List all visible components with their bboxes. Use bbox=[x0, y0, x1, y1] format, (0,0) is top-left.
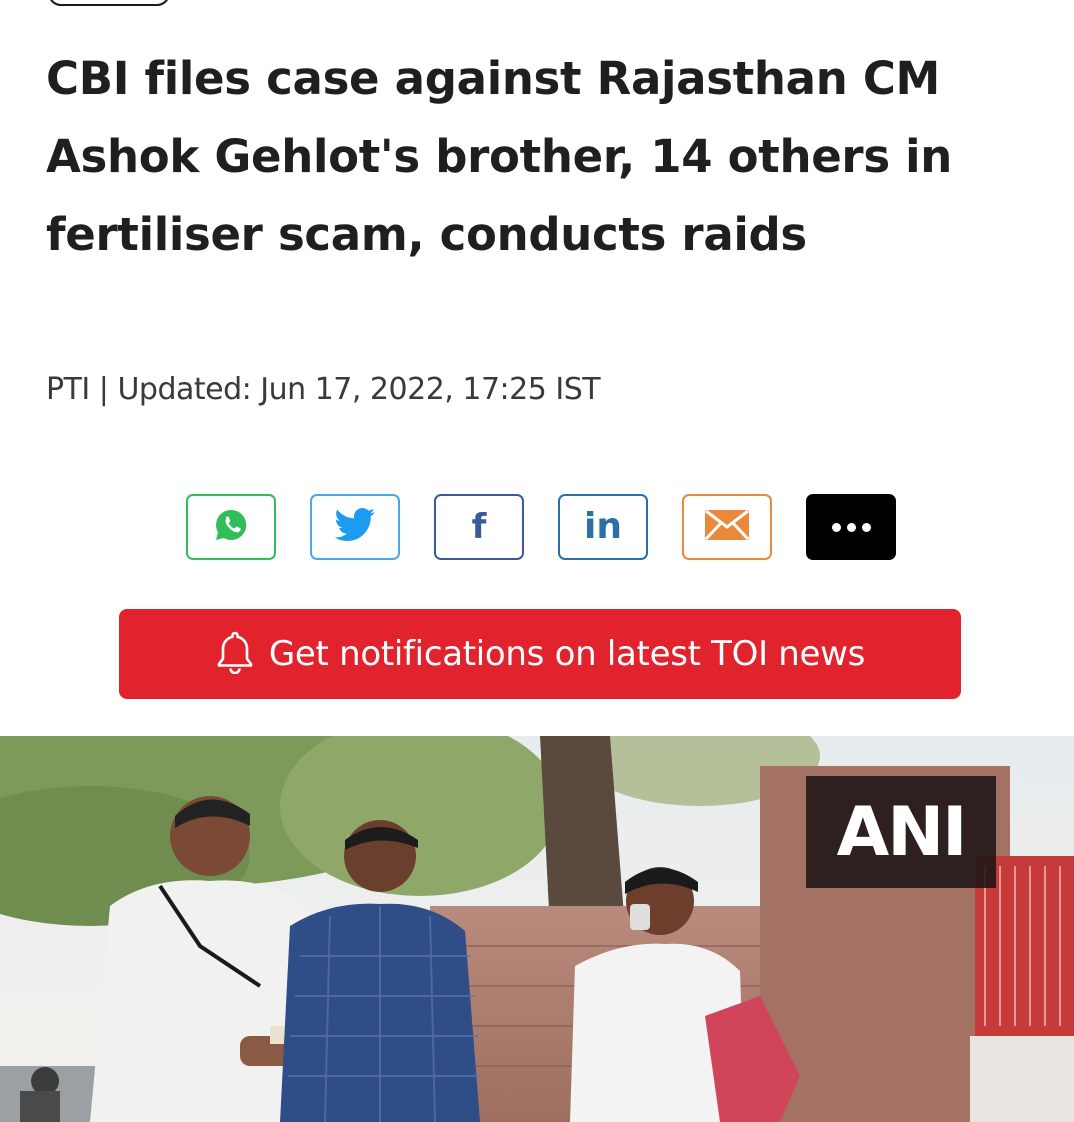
article-headline: CBI files case against Rajasthan CM Asho… bbox=[46, 52, 953, 261]
article-hero-image: ANI bbox=[0, 736, 1074, 1122]
top-pill-button[interactable] bbox=[48, 0, 170, 6]
notifications-label: Get notifications on latest TOI news bbox=[268, 634, 866, 674]
facebook-icon: f bbox=[471, 507, 487, 547]
twitter-icon bbox=[333, 507, 377, 548]
bell-icon bbox=[215, 630, 255, 679]
share-whatsapp-button[interactable] bbox=[186, 494, 276, 560]
share-email-button[interactable] bbox=[682, 494, 772, 560]
whatsapp-icon bbox=[213, 507, 249, 548]
share-facebook-button[interactable]: f bbox=[434, 494, 524, 560]
article-page: CBI files case against Rajasthan CM Asho… bbox=[0, 0, 1074, 1122]
share-bar: f in bbox=[186, 494, 896, 560]
more-icon bbox=[831, 522, 871, 532]
ani-watermark: ANI bbox=[806, 776, 996, 888]
notifications-button[interactable]: Get notifications on latest TOI news bbox=[119, 609, 961, 699]
linkedin-icon: in bbox=[584, 506, 622, 547]
share-linkedin-button[interactable]: in bbox=[558, 494, 648, 560]
share-more-button[interactable] bbox=[806, 494, 896, 560]
ani-watermark-text: ANI bbox=[836, 792, 968, 872]
share-twitter-button[interactable] bbox=[310, 494, 400, 560]
article-byline: PTI | Updated: Jun 17, 2022, 17:25 IST bbox=[46, 372, 601, 407]
mail-icon bbox=[704, 509, 750, 546]
